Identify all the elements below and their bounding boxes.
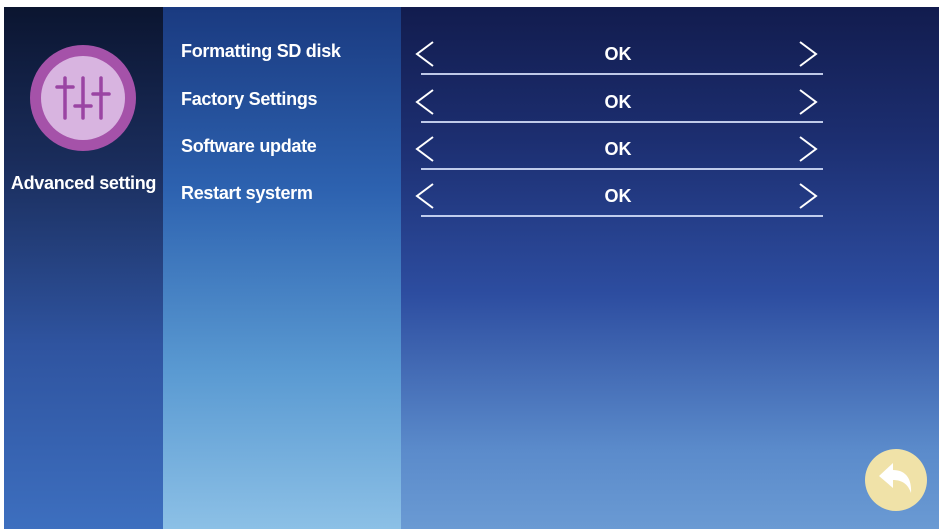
row-divider <box>421 121 823 123</box>
setting-label-format-sd: Formatting SD disk <box>181 41 341 61</box>
setting-row-software-update[interactable]: OK <box>413 134 823 180</box>
row-divider <box>421 73 823 75</box>
icon-inner-circle <box>41 56 125 140</box>
setting-label-restart-system: Restart systerm <box>181 183 313 203</box>
sidebar: Advanced setting <box>4 7 163 529</box>
sliders-icon <box>55 76 111 120</box>
setting-value: OK <box>604 92 632 112</box>
advanced-settings-screen: Advanced setting Formatting SD disk Fact… <box>4 7 939 529</box>
back-arrow-icon <box>879 463 912 493</box>
advanced-setting-icon-badge <box>30 45 136 151</box>
setting-row-restart-system[interactable]: OK <box>413 181 823 227</box>
setting-label-software-update: Software update <box>181 136 317 156</box>
chevron-right-icon[interactable] <box>796 39 820 69</box>
chevron-right-icon[interactable] <box>796 87 820 117</box>
chevron-right-icon[interactable] <box>796 134 820 164</box>
row-divider <box>421 168 823 170</box>
settings-values-panel: OK OK OK OK <box>401 7 939 529</box>
back-button[interactable] <box>865 449 927 511</box>
setting-row-factory-settings[interactable]: OK <box>413 87 823 133</box>
settings-labels-column: Formatting SD disk Factory Settings Soft… <box>163 7 401 529</box>
setting-row-format-sd[interactable]: OK <box>413 39 823 85</box>
sidebar-title: Advanced setting <box>10 173 157 193</box>
setting-label-factory-settings: Factory Settings <box>181 89 318 109</box>
setting-value: OK <box>604 44 632 64</box>
setting-value: OK <box>604 139 632 159</box>
chevron-right-icon[interactable] <box>796 181 820 211</box>
setting-value: OK <box>604 186 632 206</box>
row-divider <box>421 215 823 217</box>
